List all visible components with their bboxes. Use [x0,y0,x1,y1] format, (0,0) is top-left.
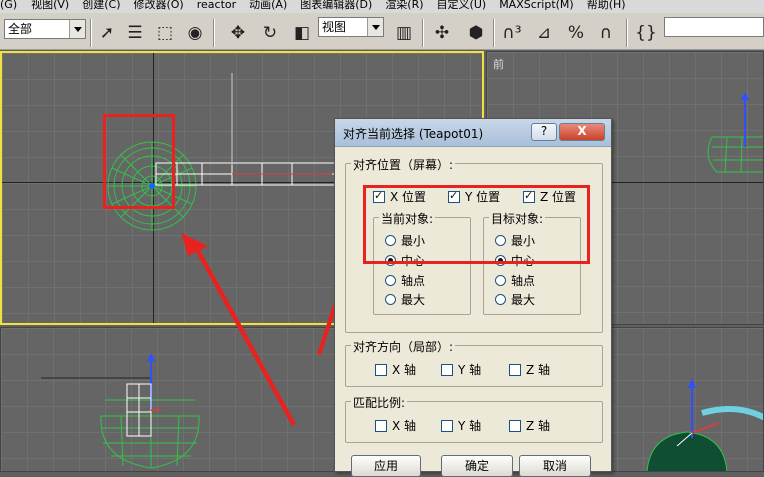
radio-dot [385,294,396,305]
target-max-radio[interactable]: 最大 [495,291,535,308]
menu-item-animation[interactable]: 动画(A) [249,0,287,12]
chevron-down-icon [367,18,383,36]
ok-button[interactable]: 确定 [441,455,513,477]
checkbox-box [441,363,453,376]
scale-x-checkbox[interactable]: X 轴 [375,417,416,434]
move-icon[interactable]: ✥ [226,21,250,45]
angle-snap-icon[interactable]: ⊿ [532,21,556,45]
select-arrow-icon[interactable]: ➚ [95,21,119,45]
checkbox-box [441,419,453,432]
radio-dot [385,275,396,286]
orient-z-checkbox[interactable]: Z 轴 [509,361,550,378]
align-selection-dialog: 对齐当前选择 (Teapot01) ? X 对齐位置（屏幕）: X 位置 Y 位… [334,118,612,477]
menu-item-rendering[interactable]: 渲染(R) [385,0,423,12]
edit-named-selection-icon[interactable]: {} [634,21,658,45]
rotate-icon[interactable]: ↻ [258,21,282,45]
menu-item-create[interactable]: 创建(C) [82,0,120,12]
current-pivot-label: 轴点 [401,274,426,288]
menu-item-graph[interactable]: (G) [0,0,17,12]
menu-item-views[interactable]: 视图(V) [31,0,69,12]
pivot-center-icon[interactable]: ▥ [392,21,416,45]
menu-item-help[interactable]: 帮助(H) [587,0,626,12]
spinner-snap-icon[interactable]: ∩ [594,21,618,45]
main-toolbar: 全部 ➚ ☰ ⬚ ◉ ✥ ↻ ◧ 视图 ▥ ✣ ⬢ ∩³ ⊿ % ∩ {} [0,13,764,50]
reference-coord-value: 视图 [322,20,347,34]
target-max-label: 最大 [511,293,536,307]
scale-y-label: Y 轴 [458,419,482,433]
orient-z-label: Z 轴 [526,363,551,377]
highlight-box-teapot [103,114,175,209]
rect-selection-icon[interactable]: ⬚ [153,21,177,45]
dialog-titlebar[interactable]: 对齐当前选择 (Teapot01) ? X [335,119,611,147]
scale-icon[interactable]: ◧ [290,21,314,45]
menu-item-reactor[interactable]: reactor [197,0,236,12]
cancel-button[interactable]: 取消 [519,455,591,477]
toolbar-separator [213,19,215,47]
selection-filter-dropdown[interactable]: 全部 [4,19,86,39]
menu-item-maxscript[interactable]: MAXScript(M) [499,0,574,12]
reference-coord-dropdown[interactable]: 视图 [318,17,384,37]
scale-z-label: Z 轴 [526,419,551,433]
snap-3d-icon[interactable]: ∩³ [500,21,524,45]
match-scale-legend: 匹配比例: [351,394,408,411]
target-pivot-radio[interactable]: 轴点 [495,272,535,289]
radio-dot [495,275,506,286]
select-manipulate-icon[interactable]: ✣ [430,21,454,45]
menu-bar: (G) 视图(V) 创建(C) 修改器(O) reactor 动画(A) 图表编… [0,0,764,13]
close-button[interactable]: X [559,123,605,141]
menu-item-modifiers[interactable]: 修改器(O) [133,0,183,12]
checkbox-box [375,363,387,376]
scale-x-label: X 轴 [392,419,417,433]
toolbar-separator [90,19,92,47]
percent-snap-icon[interactable]: % [564,21,588,45]
orient-x-checkbox[interactable]: X 轴 [375,361,416,378]
chevron-down-icon [69,20,85,38]
radio-dot [495,294,506,305]
orient-x-label: X 轴 [392,363,417,377]
scale-y-checkbox[interactable]: Y 轴 [441,417,481,434]
window-crossing-icon[interactable]: ◉ [183,21,207,45]
menu-item-customize[interactable]: 自定义(U) [437,0,487,12]
highlight-box-align-options [363,185,590,264]
toolbar-separator [422,19,424,47]
selection-filter-value: 全部 [8,22,33,36]
toolbar-separator [626,19,628,47]
checkbox-box [509,419,521,432]
toolbar-separator [493,19,495,47]
align-position-legend: 对齐位置（屏幕）: [351,156,456,173]
apply-button[interactable]: 应用 [351,455,421,477]
current-pivot-radio[interactable]: 轴点 [385,272,425,289]
checkbox-box [509,363,521,376]
orient-y-checkbox[interactable]: Y 轴 [441,361,481,378]
current-max-label: 最大 [401,293,426,307]
select-by-name-icon[interactable]: ☰ [123,21,147,45]
target-pivot-label: 轴点 [511,274,536,288]
dialog-title: 对齐当前选择 (Teapot01) [343,127,484,141]
current-max-radio[interactable]: 最大 [385,291,425,308]
scale-z-checkbox[interactable]: Z 轴 [509,417,550,434]
keyboard-shortcut-icon[interactable]: ⬢ [464,21,488,45]
named-selection-input[interactable] [664,17,764,37]
checkbox-box [375,419,387,432]
menu-item-graph-editors[interactable]: 图表编辑器(D) [300,0,372,12]
orient-y-label: Y 轴 [458,363,482,377]
help-button[interactable]: ? [531,123,557,141]
align-orientation-legend: 对齐方向（局部）: [351,338,456,355]
